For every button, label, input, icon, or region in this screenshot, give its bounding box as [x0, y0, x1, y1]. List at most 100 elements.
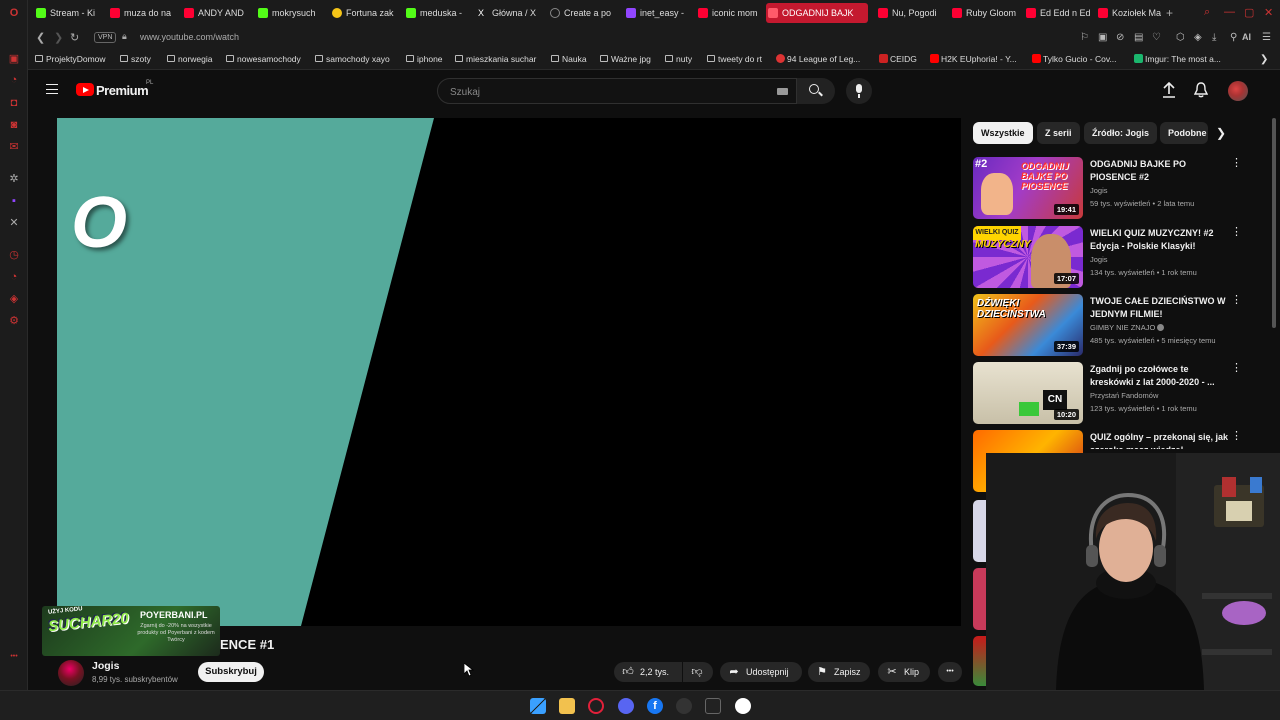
url-field[interactable]: www.youtube.com/watch	[140, 32, 239, 42]
chip-all[interactable]: Wszystkie	[973, 122, 1033, 144]
heart-icon[interactable]: ♡	[1152, 32, 1161, 43]
extensions-icon[interactable]: ⬡	[1176, 32, 1185, 43]
bookmark-item[interactable]: iphone	[406, 54, 443, 64]
bookmark-item[interactable]: szoty	[120, 54, 151, 64]
channel-avatar[interactable]	[58, 660, 84, 686]
forward-icon[interactable]: ❯	[54, 31, 63, 44]
sidebar-home-icon[interactable]: ▣	[7, 52, 21, 66]
tab-3[interactable]: mokrysuch	[256, 3, 326, 23]
facebook-icon[interactable]: f	[647, 698, 663, 714]
video-thumbnail[interactable]: WIELKI QUIZ MUZYCZNY 17:07	[973, 226, 1083, 288]
vpn-badge[interactable]: VPN	[94, 32, 117, 43]
recommendation-title[interactable]: WIELKI QUIZ MUZYCZNY! #2 Edycja - Polski…	[1090, 227, 1230, 253]
recommendation-title[interactable]: TWOJE CAŁE DZIECIŃSTWO W JEDNYM FILMIE!	[1090, 295, 1230, 321]
sidebar-extensions-icon[interactable]: ◈	[7, 292, 21, 306]
video-thumbnail[interactable]	[973, 500, 987, 562]
bookmarks-more-icon[interactable]: ❯	[1260, 54, 1268, 65]
channel-name[interactable]: Jogis	[92, 660, 119, 672]
video-thumbnail[interactable]: DŹWIĘKI DZIECIŃSTWA 37:39	[973, 294, 1083, 356]
video-thumbnail[interactable]: CN 10:20	[973, 362, 1083, 424]
youtube-premium-label[interactable]: Premium	[96, 83, 149, 98]
opera-logo-icon[interactable]: O	[7, 6, 21, 20]
video-thumbnail[interactable]	[973, 568, 987, 630]
clip-button[interactable]: ✂ Klip	[878, 662, 930, 682]
like-button[interactable]: 👍︎ 2,2 tys.	[614, 662, 682, 682]
easy-setup-icon[interactable]: ⚲	[1230, 32, 1237, 43]
bookmark-item[interactable]: Nauka	[551, 54, 587, 64]
sidebar-more-icon[interactable]: •••	[7, 650, 21, 664]
bookmark-icon[interactable]: ⚐	[1080, 32, 1089, 43]
tab-4[interactable]: Fortuna zak	[330, 3, 400, 23]
more-vert-icon[interactable]: ⋮	[1231, 295, 1242, 306]
sidebar-twitch-icon[interactable]: ▪	[7, 194, 21, 208]
sponsor-ad-banner[interactable]: UŻYJ KODU SUCHAR20 POYERBANI.PL Zgarnij …	[42, 606, 220, 656]
share-button[interactable]: ➦ Udostępnij	[720, 662, 802, 682]
lock-icon[interactable]: 🔒︎	[122, 31, 127, 42]
tab-10-active[interactable]: ODGADNIJ BAJK	[766, 3, 868, 23]
chip-series[interactable]: Z serii	[1037, 122, 1080, 144]
more-actions-button[interactable]: •••	[938, 662, 962, 682]
tab-8[interactable]: inet_easy -	[624, 3, 696, 23]
keyboard-icon[interactable]	[777, 88, 788, 95]
sidebar-chatgpt-icon[interactable]: ✲	[7, 172, 21, 186]
sidebar-settings-icon[interactable]: ⚙	[7, 314, 21, 328]
back-icon[interactable]: ❮	[36, 31, 45, 44]
obs-icon[interactable]	[676, 698, 692, 714]
reload-icon[interactable]: ↻	[70, 31, 79, 44]
maximize-icon[interactable]: ▢	[1244, 6, 1254, 19]
sidebar-download-icon[interactable]: ◔	[7, 270, 21, 284]
youtube-logo-icon[interactable]	[76, 83, 94, 96]
sidebar-mail-icon[interactable]: ✉	[7, 140, 21, 154]
video-player[interactable]: O	[57, 118, 961, 626]
tab-12[interactable]: Ruby Gloom	[950, 3, 1022, 23]
tab-5[interactable]: meduska -	[404, 3, 474, 23]
sidebar-messenger-icon[interactable]: ◙	[7, 118, 21, 132]
search-tabs-icon[interactable]: ⌕	[1204, 6, 1210, 19]
close-window-icon[interactable]: ✕	[1264, 6, 1273, 19]
tab-6[interactable]: X Główna / X	[476, 3, 546, 23]
tab-0[interactable]: Stream - Ki	[34, 3, 104, 23]
more-vert-icon[interactable]: ⋮	[1231, 227, 1242, 238]
camera-icon[interactable]: ▤	[1134, 32, 1143, 43]
bookmark-item[interactable]: nuty	[665, 54, 692, 64]
app-icon[interactable]	[735, 698, 751, 714]
bookmark-item[interactable]: samochody xayo	[315, 54, 390, 64]
recommendation-title[interactable]: ODGADNIJ BAJKE PO PIOSENCE #2	[1090, 158, 1230, 184]
new-tab-button[interactable]: +	[1164, 3, 1178, 23]
upload-icon[interactable]	[1162, 82, 1176, 98]
bookmark-item[interactable]: Ważne jpg	[600, 54, 651, 64]
adblock-icon[interactable]: ⊘	[1116, 32, 1124, 43]
video-thumbnail[interactable]: #2 ODGADNIJ BAJKE PO PIOSENCE 19:41	[973, 157, 1083, 219]
terminal-icon[interactable]	[705, 698, 721, 714]
recommendation-item[interactable]: CN 10:20 Zgadnij po czołówce te kreskówk…	[973, 362, 1243, 424]
menu-icon[interactable]: ☰	[1262, 32, 1271, 43]
bookmark-item[interactable]: Imgur: The most a...	[1134, 54, 1221, 64]
tab-13[interactable]: Ed Edd n Ed	[1024, 3, 1092, 23]
recommendation-title[interactable]: Zgadnij po czołówce te kreskówki z lat 2…	[1090, 363, 1230, 389]
tab-14[interactable]: Koziołek Ma	[1096, 3, 1166, 23]
recommendation-channel[interactable]: GIMBY NIE ZNAJO	[1090, 323, 1165, 332]
dislike-button[interactable]: 👎︎	[683, 662, 713, 682]
tab-9[interactable]: iconic mom	[696, 3, 766, 23]
video-thumbnail[interactable]	[973, 636, 987, 686]
recommendation-channel[interactable]: Przystań Fandomów	[1090, 391, 1158, 400]
minimize-icon[interactable]: —	[1224, 6, 1235, 18]
file-explorer-icon[interactable]	[559, 698, 575, 714]
download-icon[interactable]: ⤓	[1212, 32, 1216, 43]
chips-next-icon[interactable]: ❯	[1216, 126, 1226, 140]
more-vert-icon[interactable]: ⋮	[1231, 431, 1242, 442]
page-scrollbar[interactable]	[1272, 118, 1276, 328]
sidebar-x-icon[interactable]: ✕	[7, 216, 21, 230]
recommendation-item[interactable]: DŹWIĘKI DZIECIŃSTWA 37:39 TWOJE CAŁE DZI…	[973, 294, 1243, 356]
bookmark-item[interactable]: H2K EUphoria! - Y...	[930, 54, 1017, 64]
more-vert-icon[interactable]: ⋮	[1231, 158, 1242, 169]
opera-taskbar-icon[interactable]	[588, 698, 604, 714]
hamburger-menu-icon[interactable]	[46, 84, 58, 94]
recommendation-title[interactable]: QUIZ ogólny – przekonaj się, jak szeroką…	[1090, 431, 1230, 449]
wallet-icon[interactable]: ◈	[1194, 32, 1202, 43]
bookmark-item[interactable]: Tylko Gucio - Cov...	[1032, 54, 1117, 64]
notifications-bell-icon[interactable]	[1194, 82, 1208, 98]
snapshot-icon[interactable]: ▣	[1098, 32, 1107, 43]
bookmark-item[interactable]: mieszkania suchar	[455, 54, 536, 64]
bookmark-item[interactable]: CEIDG	[879, 54, 917, 64]
